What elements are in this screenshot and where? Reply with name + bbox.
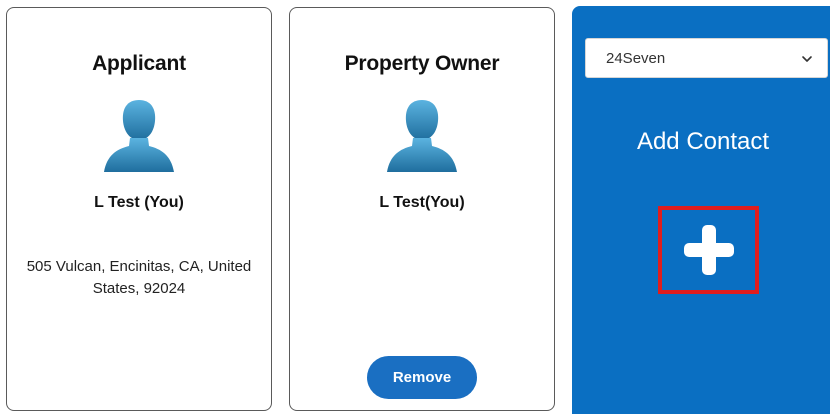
property-owner-card: Property Owner L Test(You) Remove [289,7,555,411]
contact-type-select-value: 24Seven [606,50,666,67]
applicant-card: Applicant L Test (You) 505 Vulcan, Encin… [6,7,272,411]
property-owner-name: L Test(You) [379,194,465,211]
chevron-down-icon [802,56,812,62]
contacts-section: Applicant L Test (You) 505 Vulcan, Encin… [0,0,830,414]
add-contact-panel: 24Seven Add Contact [572,6,830,414]
user-avatar-icon [104,100,174,172]
contact-type-select[interactable]: 24Seven [585,38,828,78]
applicant-name: L Test (You) [94,194,184,211]
user-avatar-icon [387,100,457,172]
applicant-address: 505 Vulcan, Encinitas, CA, United States… [26,258,252,297]
remove-button[interactable]: Remove [367,356,477,399]
add-contact-label: Add Contact [636,128,770,155]
plus-icon [683,225,734,275]
property-owner-title: Property Owner [344,52,500,75]
applicant-title: Applicant [92,52,186,75]
add-contact-button[interactable] [658,206,759,294]
